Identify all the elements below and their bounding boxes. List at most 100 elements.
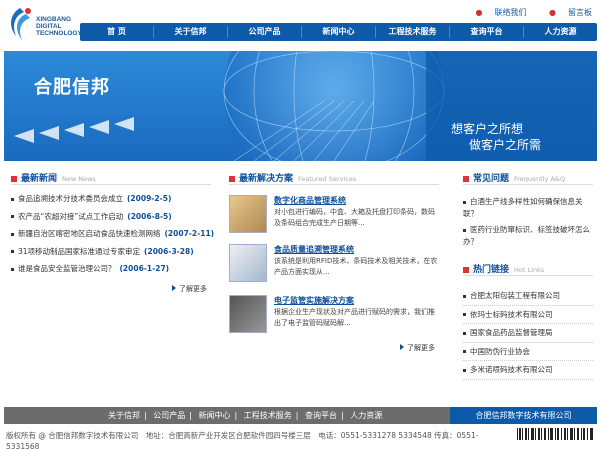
news-text: 新疆自治区喀密地区启动食品快速检测网络: [18, 229, 161, 239]
footer-link-query[interactable]: 查询平台: [305, 411, 337, 420]
solutions-title-en: Featured Services: [298, 175, 357, 183]
faq-heading: 常见问题 Frequently A&Q: [463, 171, 565, 184]
solution-item[interactable]: 食品质量追溯管理系统 该系统是利用RFID技术、条码技术及相关技术，在农产品方面…: [229, 244, 439, 284]
footer-company-name: 合肥信邦数字技术有限公司: [450, 407, 597, 424]
news-item[interactable]: 谁是食品安全监管治理公司？ (2006-1-27): [11, 260, 211, 278]
bullet-icon: [463, 350, 466, 353]
news-more-label: 了解更多: [179, 285, 207, 293]
heading-marker-icon: [463, 266, 469, 273]
link-item[interactable]: 合肥太阳包装工程有限公司: [463, 287, 593, 306]
news-item[interactable]: 31项移动制品国家标准通过专家审定 (2006-3-28): [11, 243, 211, 261]
news-list: 食品追溯技术分技术委员会成立 (2009-2-5) 农产品“农超对接”试点工作启动…: [11, 190, 214, 278]
news-item[interactable]: 新疆自治区喀密地区启动食品快速检测网络 (2007-2-11): [11, 225, 214, 243]
footer-separator: |: [144, 411, 147, 420]
logo-text-1: XINGBANG: [36, 16, 72, 23]
footer-separator: |: [295, 411, 299, 420]
footer-separator: |: [234, 411, 238, 420]
solution-desc: 根据企业生产现状及对产品进行赋码的需求，我们推出了电子监管码赋码解...: [274, 308, 435, 327]
news-text: 谁是食品安全监管治理公司？: [18, 264, 116, 274]
barcode-icon: [517, 428, 593, 440]
news-date: (2009-2-5): [127, 194, 172, 203]
nav-news[interactable]: 新闻中心: [302, 26, 376, 38]
footer-copyright: 版权所有 @ 合肥信邦数字技术有限公司 地址：合肥高新产业开发区合肥软件园四号楼…: [6, 431, 479, 451]
links-divider: [463, 275, 593, 276]
logo-text-3: TECHNOLOGY: [36, 30, 82, 37]
nav-home[interactable]: 首 页: [80, 26, 154, 38]
news-text: 农产品“农超对接”试点工作启动: [18, 211, 124, 221]
main-nav: 首 页 关于信邦 公司产品 新闻中心 工程技术服务 查询平台 人力资源: [80, 23, 597, 41]
faq-item[interactable]: 白酒生产线多样性如何确保信息关联？: [463, 196, 593, 220]
faq-text: 医药行业防窜标识、标签技破坏怎么办？: [463, 225, 590, 246]
footer-link-hr[interactable]: 人力资源: [350, 411, 382, 420]
footer-nav: 关于信邦 | 公司产品 | 新闻中心 | 工程技术服务 | 查询平台 | 人力资源: [4, 407, 450, 424]
heading-marker-icon: [11, 175, 17, 182]
solutions-more-link[interactable]: 了解更多: [400, 343, 435, 353]
heading-marker-icon: [229, 175, 235, 182]
footer-link-news[interactable]: 新闻中心: [199, 411, 231, 420]
news-date: (2006-8-5): [127, 211, 172, 221]
news-heading: 最新新闻 New News: [11, 171, 96, 184]
faq-divider: [463, 184, 593, 185]
news-text: 31项移动制品国家标准通过专家审定: [18, 246, 141, 256]
contact-link[interactable]: ● 联络我们: [465, 8, 526, 17]
bullet-icon: [463, 368, 466, 372]
solution-item[interactable]: 电子监管实施解决方案 根据企业生产现状及对产品进行赋码的需求，我们推出了电子监管…: [229, 295, 439, 335]
news-title: 最新新闻: [21, 174, 58, 184]
faq-text: 白酒生产线多样性如何确保信息关联？: [463, 197, 583, 218]
logo-swirl-icon: [11, 8, 31, 40]
news-item[interactable]: 食品追溯技术分技术委员会成立 (2009-2-5): [11, 190, 211, 208]
heading-marker-icon: [463, 175, 469, 182]
nav-query[interactable]: 查询平台: [450, 26, 524, 38]
bullet-icon: [463, 313, 466, 316]
footer-link-products[interactable]: 公司产品: [153, 411, 185, 420]
link-item[interactable]: 中国防伪行业协会: [463, 343, 593, 361]
top-links: ● 联络我们 ● 留言板: [455, 7, 592, 18]
news-date: (2007-2-11): [164, 229, 215, 239]
solution-title[interactable]: 数字化商品管理系统: [274, 195, 346, 206]
solution-item[interactable]: 数字化商品管理系统 对小包进行编码，中盒、大箱及托盘打印条码，数码及条码组合完成…: [229, 195, 439, 235]
banner-slogan-1: 想客户之所想: [451, 122, 524, 136]
solution-desc: 对小包进行编码，中盒、大箱及托盘打印条码，数码及条码组合完成生产日期等...: [274, 208, 435, 227]
solution-image: [229, 295, 267, 333]
nav-engineering[interactable]: 工程技术服务: [376, 26, 450, 38]
guestbook-link[interactable]: ● 留言板: [539, 8, 592, 17]
solution-image: [229, 244, 267, 282]
company-logo[interactable]: XINGBANG DIGITAL TECHNOLOGY: [6, 6, 82, 44]
bullet-icon: ●: [549, 8, 556, 17]
solution-desc: 该系统是利用RFID技术、条码技术及相关技术，在农产品方面实现从...: [274, 257, 438, 276]
arrow-right-icon: [172, 285, 176, 291]
bullet-icon: [463, 294, 466, 298]
nav-products[interactable]: 公司产品: [228, 26, 302, 38]
link-item[interactable]: 依玛士标码技术有限公司: [463, 306, 593, 324]
solutions-more-label: 了解更多: [407, 344, 435, 352]
link-text: 多米诺喷码技术有限公司: [470, 365, 553, 374]
bullet-icon: [463, 200, 466, 204]
news-date: (2006-3-28): [144, 246, 194, 256]
arrow-right-icon: [400, 344, 404, 350]
news-text: 食品追溯技术分技术委员会成立: [18, 194, 123, 203]
banner-brand: 合肥信邦: [34, 77, 110, 98]
footer-separator: |: [341, 411, 344, 420]
bullet-icon: [463, 331, 466, 335]
link-item[interactable]: 国家食品药品监督管理局: [463, 324, 593, 343]
faq-title-en: Frequently A&Q: [514, 175, 566, 183]
faq-item[interactable]: 医药行业防窜标识、标签技破坏怎么办？: [463, 224, 593, 248]
news-date: (2006-1-27): [119, 264, 170, 274]
link-text: 国家食品药品监督管理局: [470, 328, 553, 337]
bullet-icon: [11, 215, 14, 219]
footer-link-about[interactable]: 关于信邦: [108, 411, 140, 420]
news-item[interactable]: 农产品“农超对接”试点工作启动 (2006-8-5): [11, 208, 211, 226]
news-more-link[interactable]: 了解更多: [172, 284, 207, 294]
bullet-icon: [11, 267, 14, 271]
solution-title[interactable]: 电子监管实施解决方案: [274, 295, 354, 306]
link-item[interactable]: 多米诺喷码技术有限公司: [463, 361, 593, 380]
link-text: 依玛士标码技术有限公司: [470, 309, 553, 319]
links-heading: 热门链接 Hot Links: [463, 262, 544, 275]
hero-banner: 合肥信邦 想客户之所想 做客户之所需: [4, 51, 597, 161]
solution-title[interactable]: 食品质量追溯管理系统: [274, 244, 354, 255]
banner-slogan-2: 做客户之所需: [469, 138, 542, 152]
footer-link-engineering[interactable]: 工程技术服务: [244, 411, 292, 420]
links-title-en: Hot Links: [514, 266, 545, 274]
nav-about[interactable]: 关于信邦: [154, 26, 228, 38]
nav-hr[interactable]: 人力资源: [524, 26, 597, 38]
